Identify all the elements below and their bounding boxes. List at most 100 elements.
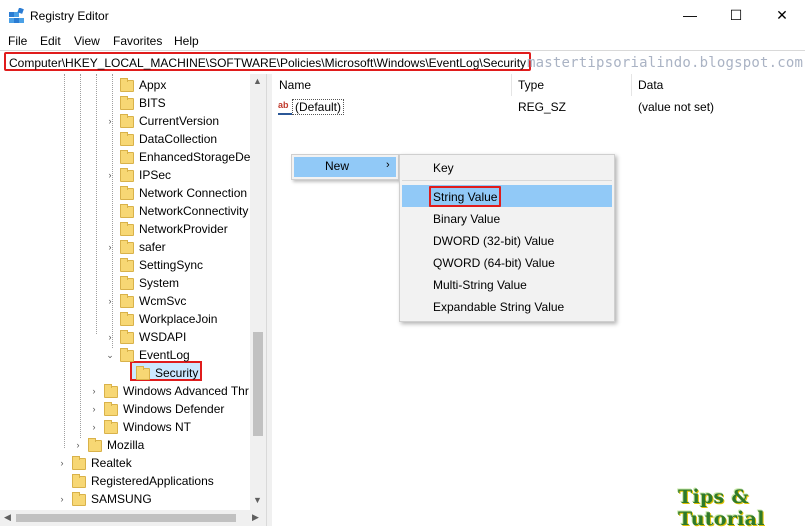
folder-icon	[120, 96, 134, 110]
tree-item[interactable]: › Windows Advanced Thr	[88, 382, 250, 400]
tree-item[interactable]: › IPSec	[104, 166, 250, 184]
column-type[interactable]: Type	[518, 78, 544, 92]
tree-item[interactable]: BITS	[104, 94, 250, 112]
folder-icon	[120, 168, 134, 182]
tree-item[interactable]: › safer	[104, 238, 250, 256]
tree-horizontal-scrollbar[interactable]: ◀ ▶	[0, 510, 266, 526]
expand-chevron-icon[interactable]: ›	[56, 490, 68, 508]
tree-vertical-scrollbar[interactable]: ▲ ▼	[250, 74, 266, 510]
tree-item[interactable]: › WcmSvc	[104, 292, 250, 310]
tree-item[interactable]: NetworkConnectivity	[104, 202, 250, 220]
tree-item[interactable]: Security	[120, 364, 250, 382]
submenu-arrow-icon: ›	[386, 159, 390, 171]
menu-help[interactable]: Help	[174, 34, 199, 48]
column-name[interactable]: Name	[279, 78, 311, 92]
menu-bar: File Edit View Favorites Help	[0, 32, 805, 50]
tree-item[interactable]: › WSDAPI	[104, 328, 250, 346]
folder-icon	[120, 330, 134, 344]
tree-hscroll-thumb[interactable]	[16, 514, 236, 522]
expand-chevron-icon[interactable]: ›	[56, 454, 68, 472]
expand-chevron-icon[interactable]: ›	[88, 418, 100, 436]
folder-icon	[120, 114, 134, 128]
tree-item[interactable]: WorkplaceJoin	[104, 310, 250, 328]
scroll-right-icon[interactable]: ▶	[252, 512, 259, 523]
watermark-text: mastertipsorialindo.blogspot.com	[527, 55, 804, 71]
menu-file[interactable]: File	[8, 34, 27, 48]
expand-chevron-icon[interactable]: ›	[88, 382, 100, 400]
minimize-button[interactable]: —	[667, 0, 713, 32]
tree-item-label: System	[139, 276, 180, 290]
folder-icon	[72, 474, 86, 488]
tree-item[interactable]: Appx	[104, 76, 250, 94]
value-name[interactable]: (Default)	[292, 99, 345, 115]
menu-item-multi-string-value[interactable]: Multi-String Value	[433, 278, 527, 292]
tree-item[interactable]: ⌄ EventLog	[104, 346, 250, 364]
folder-icon	[104, 402, 118, 416]
tree-item[interactable]: SettingSync	[104, 256, 250, 274]
expand-chevron-icon[interactable]: ›	[104, 328, 116, 346]
tree-item-label: EventLog	[139, 348, 190, 362]
expand-chevron-icon[interactable]: ›	[104, 112, 116, 130]
column-data[interactable]: Data	[638, 78, 663, 92]
folder-icon	[120, 222, 134, 236]
tree-item[interactable]: › CurrentVersion	[104, 112, 250, 130]
folder-icon	[120, 240, 134, 254]
expand-chevron-icon[interactable]: ›	[104, 238, 116, 256]
tree-item-label: SettingSync	[139, 258, 204, 272]
tree-item-label: DataCollection	[139, 132, 218, 146]
expand-chevron-icon[interactable]: ›	[104, 166, 116, 184]
menu-item-dword-value[interactable]: DWORD (32-bit) Value	[433, 234, 554, 248]
folder-icon	[120, 312, 134, 326]
address-input[interactable]: Computer\HKEY_LOCAL_MACHINE\SOFTWARE\Pol…	[4, 52, 532, 71]
expand-chevron-icon[interactable]: ›	[88, 400, 100, 418]
folder-icon	[104, 420, 118, 434]
menu-item-key[interactable]: Key	[433, 161, 454, 175]
tree-item[interactable]: EnhancedStorageDev	[104, 148, 256, 166]
menu-item-binary-value[interactable]: Binary Value	[433, 212, 500, 226]
tree-item-label: BITS	[139, 96, 166, 110]
folder-icon	[120, 132, 134, 146]
tree-item-label: Windows NT	[123, 420, 192, 434]
tree-scroll-thumb[interactable]	[253, 332, 263, 436]
tree-item[interactable]: NetworkProvider	[104, 220, 250, 238]
expand-chevron-icon[interactable]: ›	[72, 436, 84, 454]
tree-item-label: WorkplaceJoin	[139, 312, 218, 326]
string-value-icon: ab	[278, 99, 292, 115]
folder-icon	[120, 78, 134, 92]
folder-icon	[136, 366, 150, 380]
tree-item[interactable]: › Windows NT	[88, 418, 250, 436]
value-data: (value not set)	[638, 100, 715, 114]
close-button[interactable]: ✕	[759, 0, 805, 32]
address-bar: Computer\HKEY_LOCAL_MACHINE\SOFTWARE\Pol…	[0, 50, 805, 75]
tree-item[interactable]: › SAMSUNG	[56, 490, 250, 508]
menu-favorites[interactable]: Favorites	[113, 34, 162, 48]
tree-item[interactable]: DataCollection	[104, 130, 250, 148]
folder-icon	[120, 348, 134, 362]
tree-item-label: IPSec	[139, 168, 172, 182]
menu-edit[interactable]: Edit	[40, 34, 61, 48]
menu-item-qword-value[interactable]: QWORD (64-bit) Value	[433, 256, 555, 270]
tree-item[interactable]: System	[104, 274, 250, 292]
tree-item[interactable]: › Windows Defender	[88, 400, 250, 418]
scroll-left-icon[interactable]: ◀	[4, 512, 11, 523]
tree-item-label: safer	[139, 240, 166, 254]
tree-item-label: Mozilla	[107, 438, 145, 452]
tree-item[interactable]: › Mozilla	[72, 436, 250, 454]
menu-separator	[402, 180, 612, 181]
expand-chevron-icon[interactable]: ›	[104, 292, 116, 310]
collapse-chevron-icon[interactable]: ⌄	[104, 346, 116, 364]
menu-item-expandable-string-value[interactable]: Expandable String Value	[433, 300, 564, 314]
scroll-down-icon[interactable]: ▼	[253, 495, 262, 505]
menu-view[interactable]: View	[74, 34, 100, 48]
tree-item-label: NetworkProvider	[139, 222, 228, 236]
tree-item[interactable]: › Realtek	[56, 454, 250, 472]
tree-item-label: CurrentVersion	[139, 114, 220, 128]
scroll-up-icon[interactable]: ▲	[253, 76, 262, 86]
folder-icon	[72, 456, 86, 470]
maximize-button[interactable]: ☐	[713, 0, 759, 32]
tree-item-label: Windows Defender	[123, 402, 225, 416]
new-menu-label: New	[325, 159, 350, 173]
tree-item[interactable]: RegisteredApplications	[56, 472, 250, 490]
tree-item[interactable]: Network Connection	[104, 184, 250, 202]
menu-item-string-value[interactable]: String Value	[433, 190, 497, 204]
